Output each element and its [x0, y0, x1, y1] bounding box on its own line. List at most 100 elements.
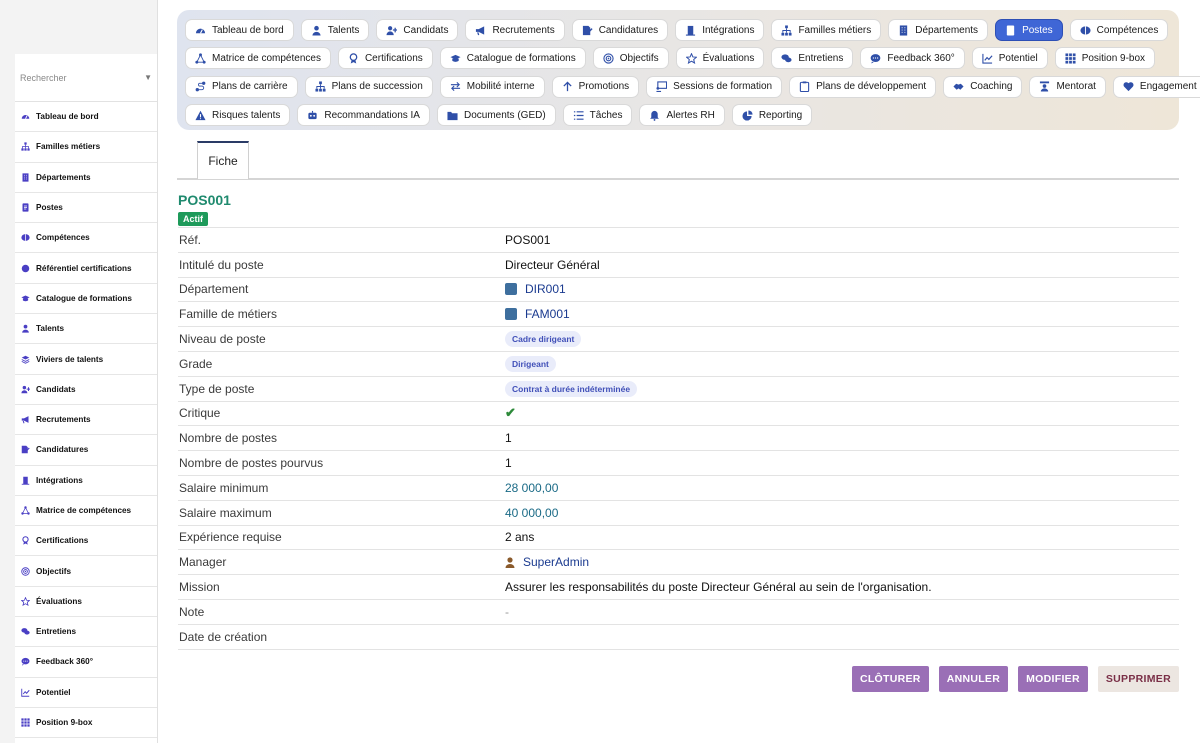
action-bar: CLÔTURER ANNULER MODIFIER SUPPRIMER [851, 666, 1179, 692]
nav-button-integrations[interactable]: Intégrations [675, 19, 765, 42]
sidebar-item-postes[interactable]: Postes [15, 193, 157, 224]
nav-button-label: Engagement [1139, 81, 1197, 93]
sidebar-item-competences[interactable]: Compétences [15, 223, 157, 254]
nav-button-label: Coaching [970, 81, 1013, 93]
sidebar-item-entretiens[interactable]: Entretiens [15, 617, 157, 648]
nav-button-label: Familles métiers [798, 24, 872, 36]
sitemap-icon [315, 81, 326, 92]
sidebar-item-potentiel[interactable]: Potentiel [15, 678, 157, 708]
nav-button-postes[interactable]: Postes [995, 19, 1063, 42]
nav-button-catalogue-de-formations[interactable]: Catalogue de formations [439, 47, 586, 70]
record-fields: Réf. POS001 Intitulé du poste Directeur Gén… [178, 227, 1179, 650]
field-value: FAM001 [505, 307, 570, 321]
nav-button-competences[interactable]: Compétences [1069, 19, 1169, 42]
sidebar-item-label: Catalogue de formations [36, 293, 132, 303]
nav-button-recommandations-ia[interactable]: Recommandations IA [297, 104, 430, 127]
nav-button-plans-de-carriere[interactable]: Plans de carrière [185, 75, 298, 98]
nav-button-label: Position 9-box [1081, 52, 1146, 64]
nav-button-taches[interactable]: Tâches [562, 104, 633, 127]
nav-button-engagement[interactable]: Engagement [1112, 75, 1200, 98]
comment-dots-icon [20, 657, 30, 667]
nav-button-evaluations[interactable]: Évaluations [675, 47, 765, 70]
sidebar-item-label: Départements [36, 172, 91, 182]
nav-button-label: Départements [915, 24, 979, 36]
file-signature-icon [582, 25, 593, 36]
cancel-button[interactable]: ANNULER [938, 666, 1009, 692]
sidebar-item-candidats[interactable]: Candidats [15, 375, 157, 405]
manager-link[interactable]: SuperAdmin [523, 555, 589, 569]
sidebar-item-referentiel-certifications[interactable]: Référentiel certifications [15, 253, 157, 284]
nav-button-familles-metiers[interactable]: Familles métiers [771, 19, 882, 42]
grid-icon [20, 718, 30, 728]
nav-button-objectifs[interactable]: Objectifs [592, 47, 669, 70]
nav-button-risques-talents[interactable]: Risques talents [185, 104, 291, 127]
sidebar-item-certifications[interactable]: Certifications [15, 526, 157, 557]
sidebar-item-departements[interactable]: Départements [15, 163, 157, 193]
nav-button-alertes-rh[interactable]: Alertes RH [639, 104, 725, 127]
field-label: Salaire minimum [179, 480, 269, 495]
nav-button-plans-de-succession[interactable]: Plans de succession [304, 75, 433, 98]
sidebar-item-feedback-360[interactable]: Feedback 360° [15, 647, 157, 678]
sidebar-menu: Tableau de bord Familles métiers Départeme… [15, 102, 157, 739]
nav-button-entretiens[interactable]: Entretiens [771, 47, 854, 70]
nav-button-reporting[interactable]: Reporting [731, 104, 813, 127]
nav-button-label: Promotions [578, 81, 630, 93]
nav-button-label: Tâches [589, 109, 623, 121]
sidebar-item-recrutements[interactable]: Recrutements [15, 405, 157, 436]
id-badge-icon [20, 203, 30, 213]
nav-button-talents[interactable]: Talents [300, 19, 370, 42]
nav-button-certifications[interactable]: Certifications [337, 47, 433, 70]
field-link[interactable]: FAM001 [525, 307, 570, 321]
nav-button-potentiel[interactable]: Potentiel [971, 47, 1048, 70]
sidebar-item-position-9-box[interactable]: Position 9-box [15, 708, 157, 739]
user-icon [311, 25, 322, 36]
field-label: Manager [179, 555, 227, 570]
sidebar-item-viviers-de-talents[interactable]: Viviers de talents [15, 344, 157, 375]
edit-button[interactable]: MODIFIER [1018, 666, 1088, 692]
award-icon [348, 53, 359, 64]
close-button[interactable]: CLÔTURER [851, 666, 929, 692]
sidebar-item-label: Objectifs [36, 566, 72, 576]
field-row: Niveau de poste Cadre dirigeant [178, 327, 1179, 352]
sidebar-item-tableau-de-bord[interactable]: Tableau de bord [15, 102, 157, 133]
nav-button-departements[interactable]: Départements [888, 19, 989, 42]
nav-button-candidatures[interactable]: Candidatures [571, 19, 669, 42]
delete-button[interactable]: SUPPRIMER [1097, 666, 1179, 692]
search-placeholder: Rechercher [20, 72, 67, 83]
nav-button-mentorat[interactable]: Mentorat [1029, 75, 1106, 98]
nav-button-plans-de-developpement[interactable]: Plans de développement [789, 75, 937, 98]
nav-button-promotions[interactable]: Promotions [551, 75, 640, 98]
sidebar-item-evaluations[interactable]: Évaluations [15, 587, 157, 618]
comment-dots-icon [870, 53, 881, 64]
nav-button-label: Sessions de formation [673, 81, 773, 93]
nav-button-mobilite-interne[interactable]: Mobilité interne [439, 75, 545, 98]
field-link[interactable]: DIR001 [525, 282, 566, 296]
sidebar-item-candidatures[interactable]: Candidatures [15, 435, 157, 466]
robot-icon [307, 110, 318, 121]
sidebar-item-matrice-de-competences[interactable]: Matrice de compétences [15, 496, 157, 527]
sidebar-item-catalogue-de-formations[interactable]: Catalogue de formations [15, 284, 157, 315]
warning-icon [195, 110, 206, 121]
nav-button-label: Talents [327, 24, 360, 36]
nav-button-recrutements[interactable]: Recrutements [465, 19, 565, 42]
nav-button-tableau-de-bord[interactable]: Tableau de bord [185, 19, 294, 42]
org-chart-icon [505, 308, 517, 321]
sidebar-search-select[interactable]: Rechercher ▼ [15, 54, 157, 102]
nav-button-position-9-box[interactable]: Position 9-box [1054, 47, 1156, 70]
caret-down-icon: ▼ [144, 73, 152, 82]
sidebar-item-talents[interactable]: Talents [15, 314, 157, 345]
nav-button-label: Tableau de bord [212, 24, 284, 36]
graduation-cap-icon [450, 53, 461, 64]
sidebar-item-integrations[interactable]: Intégrations [15, 466, 157, 496]
sidebar-item-familles-metiers[interactable]: Familles métiers [15, 132, 157, 163]
nav-button-feedback-360[interactable]: Feedback 360° [860, 47, 965, 70]
sidebar-item-label: Candidats [36, 384, 76, 394]
field-label: Expérience requise [179, 530, 282, 545]
nav-button-matrice-de-competences[interactable]: Matrice de compétences [185, 47, 331, 70]
nav-button-coaching[interactable]: Coaching [943, 75, 1023, 98]
nav-button-candidats[interactable]: Candidats [376, 19, 459, 42]
tab-fiche[interactable]: Fiche [197, 141, 249, 179]
nav-button-documents-ged[interactable]: Documents (GED) [436, 104, 556, 127]
nav-button-sessions-de-formation[interactable]: Sessions de formation [646, 75, 783, 98]
sidebar-item-objectifs[interactable]: Objectifs [15, 556, 157, 587]
